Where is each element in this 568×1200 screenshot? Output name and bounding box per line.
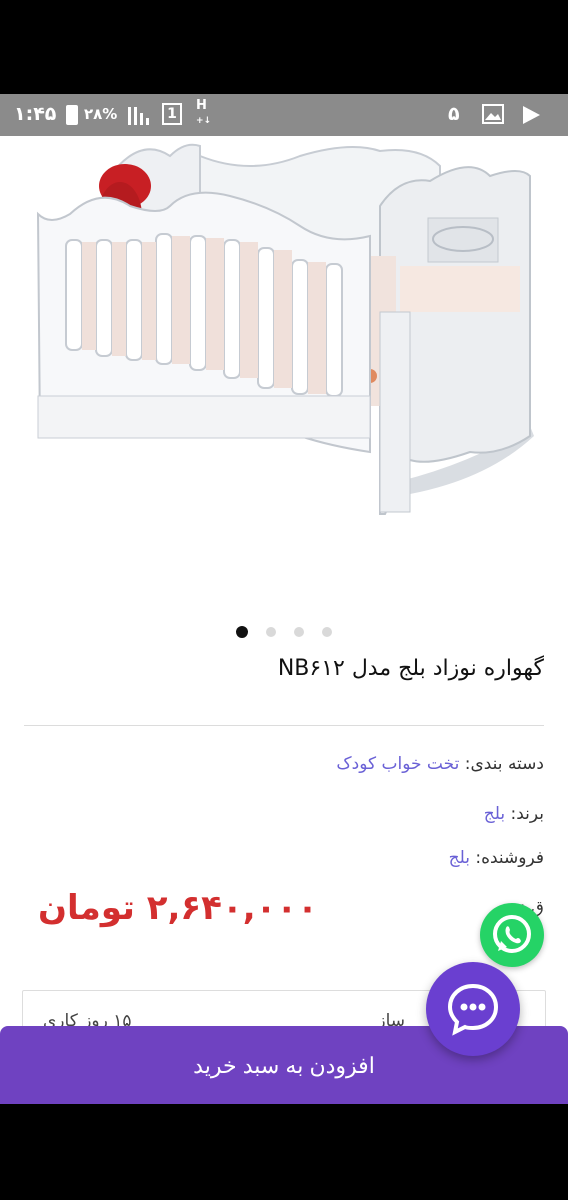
product-price: ۲,۶۴۰,۰۰۰ تومان <box>38 888 318 928</box>
play-store-icon <box>523 106 540 124</box>
brand-row: برند: بلج <box>24 804 544 824</box>
image-carousel-dots <box>228 624 348 640</box>
product-page: گهواره نوزاد بلج مدل NB۶۱۲ دسته بندی: تخ… <box>0 136 568 1104</box>
carousel-dot[interactable] <box>266 627 276 637</box>
product-title: گهواره نوزاد بلج مدل NB۶۱۲ <box>277 656 544 681</box>
seller-row: فروشنده: بلج <box>24 848 544 868</box>
status-bar: ۱:۴۵ ۲۸% 1 H +↓ ۵ <box>0 94 568 136</box>
product-image-cradle[interactable] <box>0 136 568 606</box>
category-link[interactable]: تخت خواب کودک <box>336 754 459 774</box>
brand-link[interactable]: بلج <box>484 804 505 824</box>
network-arrows: +↓ <box>196 116 212 126</box>
notification-count: ۵ <box>448 103 460 125</box>
chat-button[interactable] <box>426 962 520 1056</box>
sim-icon: 1 <box>162 103 182 125</box>
carousel-dot[interactable] <box>322 627 332 637</box>
status-time: ۱:۴۵ <box>14 103 57 125</box>
gallery-icon <box>482 104 504 124</box>
chat-bubble-icon <box>447 983 499 1036</box>
category-label: دسته بندی: <box>464 754 544 774</box>
bottom-black-area <box>0 1104 568 1200</box>
whatsapp-button[interactable] <box>480 903 544 967</box>
carousel-dot[interactable] <box>294 627 304 637</box>
category-row: دسته بندی: تخت خواب کودک <box>24 754 544 774</box>
signal-icon <box>128 107 149 125</box>
brand-label: برند: <box>510 804 545 824</box>
network-indicator: H +↓ <box>196 99 211 128</box>
carousel-dot[interactable] <box>236 626 248 638</box>
top-black-area <box>0 0 568 94</box>
network-type: H <box>196 98 207 113</box>
whatsapp-icon <box>493 915 531 953</box>
seller-link[interactable]: بلج <box>449 848 470 868</box>
battery-icon <box>66 105 78 125</box>
divider <box>24 725 544 726</box>
status-battery: ۲۸% <box>84 105 118 123</box>
seller-label: فروشنده: <box>475 848 544 868</box>
